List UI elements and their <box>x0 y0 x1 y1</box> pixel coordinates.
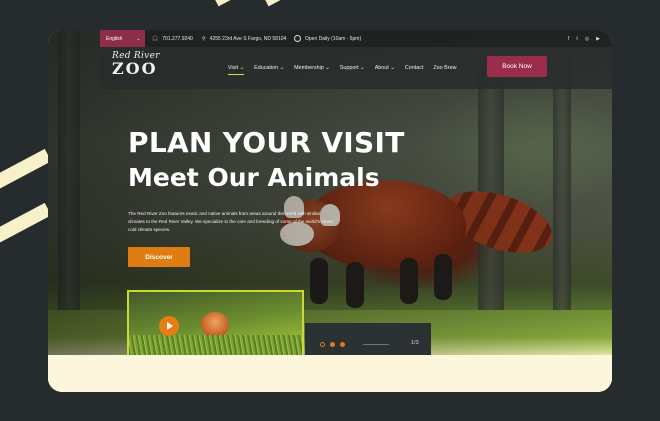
logo-line-2: ZOO <box>112 59 158 78</box>
play-icon[interactable] <box>159 316 179 336</box>
page-bottom <box>48 355 612 392</box>
headset-icon: 🎧 <box>152 35 159 42</box>
hero-section: English ⌄ 🎧 701.277.9240 ⚲ 4255 23rd Ave… <box>48 30 612 355</box>
facebook-icon[interactable]: f <box>568 36 569 42</box>
nav-item-contact[interactable]: Contact <box>405 65 424 71</box>
slider-dot[interactable] <box>330 342 335 347</box>
address-text: 4255 23rd Ave S Fargo, ND 58104 <box>209 35 287 42</box>
main-navbar: Red River ZOO Visit ⌄ Education ⌄ Member… <box>100 47 612 89</box>
nav-item-visit[interactable]: Visit ⌄ <box>228 65 245 75</box>
zoo-logo[interactable]: Red River ZOO <box>112 51 164 85</box>
discover-button[interactable]: Discover <box>128 247 190 267</box>
decorative-stripe <box>0 202 52 245</box>
hero-description: The Red River Zoo features exotic and na… <box>128 211 333 232</box>
decorative-stripe <box>212 0 272 7</box>
twitter-icon[interactable]: t <box>576 36 577 42</box>
hours-text: Open Daily (10am - 6pm) <box>305 35 362 42</box>
clock-icon <box>294 35 301 42</box>
book-now-button[interactable]: Book Now <box>487 56 547 77</box>
slider-progress-line <box>363 344 389 345</box>
chevron-down-icon: ⌄ <box>136 35 141 42</box>
youtube-icon[interactable]: ▶ <box>596 36 600 42</box>
grass-image <box>129 335 302 355</box>
location-pin-icon: ⚲ <box>202 35 206 42</box>
nav-item-education[interactable]: Education ⌄ <box>254 65 284 71</box>
instagram-icon[interactable]: ◎ <box>585 36 589 42</box>
address-info[interactable]: ⚲ 4255 23rd Ave S Fargo, ND 58104 <box>202 30 286 47</box>
nav-item-support[interactable]: Support ⌄ <box>340 65 365 71</box>
decorative-stripe <box>262 0 322 7</box>
slider-dot[interactable] <box>320 342 325 347</box>
slide-counter: 1/3 <box>411 340 419 346</box>
hours-info: Open Daily (10am - 6pm) <box>294 30 361 47</box>
phone-number: 701.277.9240 <box>162 35 193 42</box>
nav-menu: Visit ⌄ Education ⌄ Membership ⌄ Support… <box>228 47 456 89</box>
language-selector[interactable]: English ⌄ <box>100 30 145 47</box>
decorative-stripe <box>0 148 52 191</box>
slider-dot[interactable] <box>340 342 345 347</box>
language-label: English <box>106 35 123 42</box>
hero-title: PLAN YOUR VISIT <box>128 126 405 159</box>
top-info-bar: English ⌄ 🎧 701.277.9240 ⚲ 4255 23rd Ave… <box>100 30 612 47</box>
phone-info[interactable]: 🎧 701.277.9240 <box>152 30 193 47</box>
nav-item-zoo-brew[interactable]: Zoo Brew <box>433 65 456 71</box>
website-mockup-frame: English ⌄ 🎧 701.277.9240 ⚲ 4255 23rd Ave… <box>48 30 612 392</box>
social-links: f t ◎ ▶ <box>568 30 600 47</box>
nav-item-about[interactable]: About ⌄ <box>375 65 395 71</box>
video-thumbnail[interactable] <box>127 290 304 355</box>
hero-subtitle: Meet Our Animals <box>128 163 380 192</box>
nav-item-membership[interactable]: Membership ⌄ <box>294 65 330 71</box>
